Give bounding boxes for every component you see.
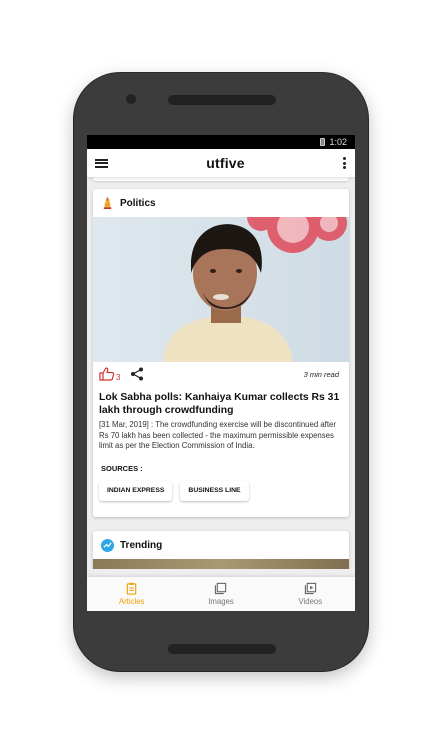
images-icon [215,582,227,595]
status-bar: 1:02 [87,135,355,149]
previous-card-edge [93,177,349,181]
app-title: utfive [206,155,245,171]
article-card[interactable]: Politics 3 3 min read Lok Sabha polls: K… [93,189,349,517]
source-chip-indian-express[interactable]: INDIAN EXPRESS [99,480,173,501]
feed[interactable]: Politics 3 3 min read Lok Sabha polls: K… [87,177,355,569]
status-time: 1:02 [329,137,347,147]
like-count: 3 [116,372,121,382]
like-icon[interactable] [99,367,115,381]
article-photo [93,217,349,362]
menu-icon[interactable] [95,158,108,168]
source-chip-business-line[interactable]: BUSINESS LINE [180,480,249,501]
nav-images-label: Images [208,597,234,606]
article-summary: [31 Mar, 2019] : The crowdfunding exerci… [99,420,336,450]
screen: 1:02 utfive Politics 3 3 min read Lok Sa… [87,135,355,611]
videos-icon [304,582,316,595]
category-label: Politics [120,197,156,209]
front-camera [126,94,136,104]
article-image[interactable] [93,217,349,362]
articles-icon [126,582,137,595]
trending-image[interactable] [93,559,349,569]
nav-articles-label: Articles [118,597,145,606]
battery-icon [320,138,326,146]
article-headline[interactable]: Lok Sabha polls: Kanhaiya Kumar collects… [93,386,349,417]
read-time: 3 min read [303,369,339,379]
share-icon[interactable] [130,367,144,381]
politics-icon [103,196,112,209]
earpiece-speaker [168,95,276,105]
trending-icon [101,538,114,552]
nav-articles[interactable]: Articles [87,577,176,611]
trending-card[interactable]: Trending [93,531,349,569]
more-options-icon[interactable] [343,157,347,169]
nav-images[interactable]: Images [176,577,265,611]
app-bar: utfive [87,149,355,177]
action-row: 3 3 min read [93,362,349,386]
phone-frame: 1:02 utfive Politics 3 3 min read Lok Sa… [74,73,368,671]
nav-videos-label: Videos [298,597,323,606]
source-chips: INDIAN EXPRESS BUSINESS LINE [93,473,349,501]
bottom-speaker [168,644,276,654]
category-label: Trending [120,539,163,551]
nav-videos[interactable]: Videos [266,577,355,611]
card-header: Politics [93,189,349,217]
sources-label: SOURCES : [101,463,143,473]
card-header: Trending [93,531,349,559]
bottom-navigation: Articles Images Videos [87,577,355,611]
